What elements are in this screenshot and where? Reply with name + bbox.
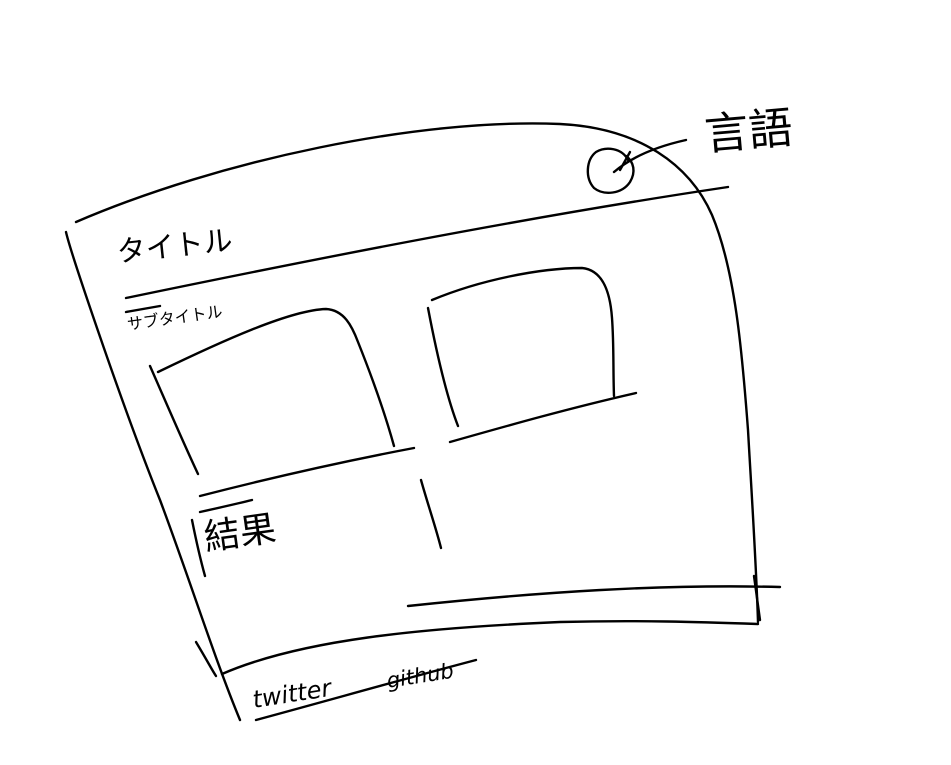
- card-1-top-right-edge: [156, 307, 396, 448]
- page-frame: [64, 122, 760, 722]
- card-2-top-right-edge: [430, 266, 616, 398]
- result-section: 結果: [190, 498, 279, 578]
- card-2-left-edge: [426, 306, 460, 428]
- page-title: タイトル: [115, 223, 234, 269]
- footer-divider: [220, 619, 760, 676]
- twitter-link[interactable]: twitter: [251, 674, 336, 714]
- subtitle: サブタイトル: [126, 302, 224, 334]
- result-overline: [198, 498, 254, 514]
- main-content: サブタイトル 結果: [124, 266, 638, 578]
- language-label[interactable]: 言語: [703, 102, 795, 160]
- header: タイトル 言語: [115, 102, 795, 300]
- column-divider: [419, 478, 443, 550]
- card-1[interactable]: [148, 307, 416, 498]
- result-label: 結果: [202, 508, 279, 559]
- footer-top-line: [406, 585, 782, 608]
- card-2-bottom-line: [448, 391, 638, 444]
- language-circle-icon[interactable]: [586, 147, 635, 194]
- card-1-bottom-line: [198, 446, 416, 498]
- wireframe-sketch: タイトル 言語 サブタイトル 結果 twitter github: [64, 102, 795, 722]
- language-selector[interactable]: 言語: [586, 102, 795, 194]
- card-2[interactable]: [426, 266, 638, 444]
- card-1-left-edge: [148, 364, 200, 476]
- footer: twitter github: [194, 574, 782, 722]
